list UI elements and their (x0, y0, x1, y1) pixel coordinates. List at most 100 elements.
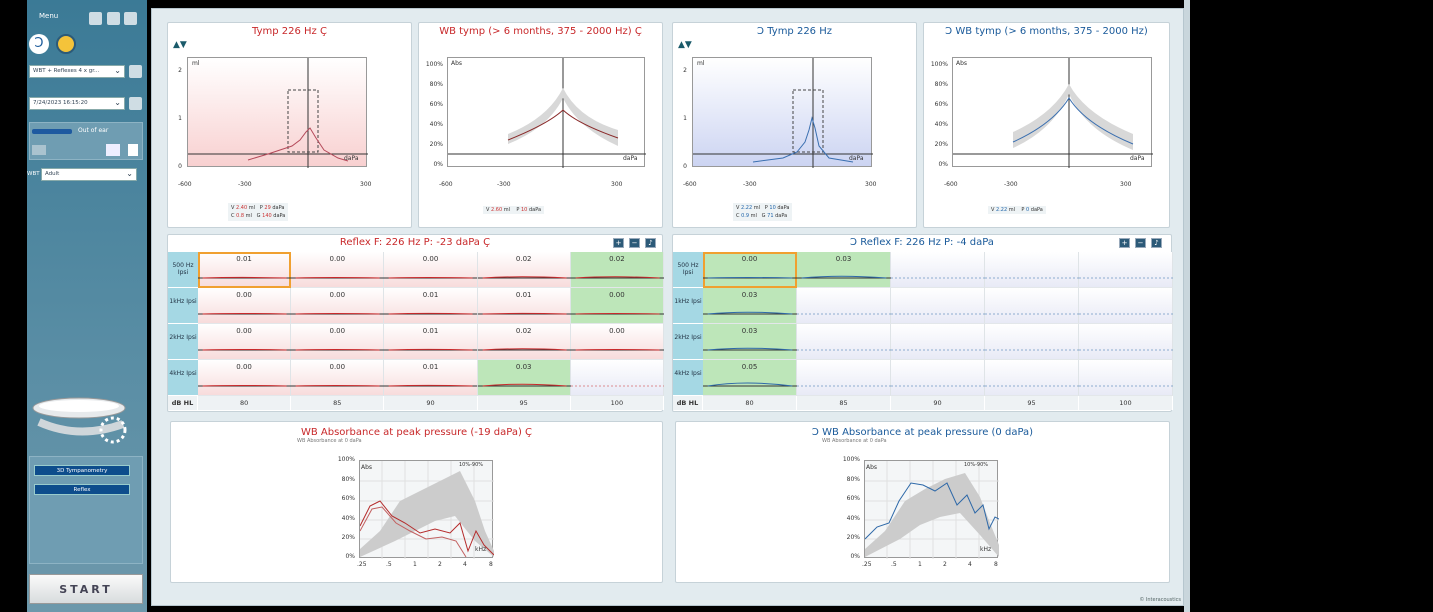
reflex-trace (891, 349, 985, 351)
reflex-trace (198, 276, 292, 279)
calendar-icon[interactable] (106, 144, 120, 156)
sound-icon[interactable]: ♪ (1151, 238, 1162, 248)
reflex-cell[interactable]: 0.02 (570, 252, 664, 288)
reflex-cell[interactable]: 0.03 (477, 360, 571, 396)
reflex-cell[interactable]: 0.01 (477, 288, 571, 324)
wb-right-title: Ɔ WB tymp (> 6 months, 375 - 2000 Hz) (945, 26, 1148, 37)
reflex-cell[interactable]: 0.01 (384, 360, 478, 396)
scroll-up-icon[interactable]: ▲▼ (678, 40, 692, 50)
y-tick: 20% (429, 141, 443, 148)
reflex-cell[interactable]: 0.00 (291, 324, 385, 360)
zoom-in-icon[interactable]: + (613, 238, 624, 248)
reflex-cell[interactable] (797, 324, 891, 360)
y-tick: 0% (850, 553, 860, 560)
y-unit: Abs (361, 464, 373, 471)
reflex-row-label: 2kHz Ipsi (168, 324, 198, 360)
reflex-cell[interactable]: 0.01 (384, 288, 478, 324)
save-icon[interactable] (107, 12, 120, 25)
reflex-cell[interactable]: 0.01 (198, 252, 292, 288)
reflex-cell[interactable] (1079, 288, 1173, 324)
reflex-cell[interactable]: 0.05 (703, 360, 797, 396)
reflex-cell[interactable] (1079, 324, 1173, 360)
reflex-cell[interactable]: 0.00 (570, 288, 664, 324)
tymp-left-plot (187, 57, 368, 168)
reflex-cell[interactable]: 0.00 (570, 324, 664, 360)
reflex-value: 0.05 (741, 363, 758, 371)
test-3d-tympanometry[interactable]: 3D Tympanometry (34, 465, 130, 476)
reflex-cell[interactable]: 0.00 (198, 324, 292, 360)
reflex-cell[interactable]: 0.00 (291, 360, 385, 396)
reflex-cell[interactable]: 0.00 (198, 360, 292, 396)
y-unit: Abs (451, 60, 463, 67)
reflex-cell[interactable]: 0.02 (477, 324, 571, 360)
reflex-trace (1079, 277, 1173, 279)
abs-left-plot (359, 460, 495, 559)
reflex-cell[interactable]: 0.02 (477, 252, 571, 288)
reflex-trace (797, 313, 891, 315)
reflex-cell[interactable] (570, 360, 664, 396)
test-reflex[interactable]: Reflex (34, 484, 130, 495)
reflex-cell[interactable]: 0.01 (384, 324, 478, 360)
protocol-select[interactable]: WBT + Reflexes 4 x gr... (29, 65, 125, 78)
x-unit: daPa (849, 155, 864, 162)
wbt-mode-select[interactable]: Adult (41, 168, 137, 181)
reflex-cell[interactable]: 0.03 (797, 252, 891, 288)
reflex-cell[interactable] (891, 324, 985, 360)
reflex-cell[interactable] (1079, 252, 1173, 288)
reflex-cell[interactable]: 0.00 (291, 288, 385, 324)
tymp-right-panel: Ɔ Tymp 226 Hz ▲▼ ml 2 1 0 daPa -600 -300… (672, 22, 917, 228)
reflex-cell[interactable]: 0.00 (291, 252, 385, 288)
x-tick: .25 (357, 561, 367, 568)
reflex-trace (703, 311, 797, 315)
zoom-out-icon[interactable]: − (1135, 238, 1146, 248)
reflex-trace (891, 277, 985, 279)
reflex-cell[interactable]: 0.03 (703, 324, 797, 360)
wb-right-panel: Ɔ WB tymp (> 6 months, 375 - 2000 Hz) Ab… (923, 22, 1170, 228)
reflex-trace (198, 385, 292, 387)
reflex-cell[interactable]: 0.00 (703, 252, 797, 288)
zoom-out-icon[interactable]: − (629, 238, 640, 248)
zoom-in-icon[interactable]: + (1119, 238, 1130, 248)
y-tick: 40% (934, 121, 948, 128)
reflex-cell[interactable] (797, 288, 891, 324)
user-icon[interactable] (129, 97, 142, 110)
settings-icon[interactable] (129, 65, 142, 78)
x-tick: 8 (489, 561, 493, 568)
reflex-cell[interactable] (985, 324, 1079, 360)
reflex-left-title: Reflex F: 226 Hz P: -23 daPa Ç (339, 237, 491, 248)
ear-icon[interactable]: Ɔ (29, 34, 49, 54)
reflex-cell[interactable]: 0.03 (703, 288, 797, 324)
clipboard-icon[interactable] (128, 144, 138, 156)
sound-icon[interactable]: ♪ (645, 238, 656, 248)
reflex-trace (291, 277, 385, 279)
start-button[interactable]: START (29, 574, 143, 604)
abs-left-subtitle: WB Absorbance at 0 daPa (297, 438, 362, 444)
reflex-cell[interactable] (985, 252, 1079, 288)
x-tick: -600 (178, 181, 192, 188)
reflex-cell[interactable] (985, 288, 1079, 324)
exit-icon[interactable] (124, 12, 137, 25)
print-icon[interactable] (89, 12, 102, 25)
reflex-cell[interactable] (891, 288, 985, 324)
reflex-cell[interactable] (797, 360, 891, 396)
probe-panel: Out of ear (29, 122, 143, 160)
monitor-icon[interactable] (56, 34, 76, 54)
probe-status: Out of ear (78, 127, 109, 134)
reflex-trace (384, 277, 478, 279)
reflex-unit: dB HL (673, 396, 703, 410)
reflex-level: 95 (477, 396, 571, 410)
reflex-cell[interactable] (985, 360, 1079, 396)
session-select[interactable]: 7/24/2023 16:15:20 (29, 97, 125, 110)
reflex-cell[interactable] (1079, 360, 1173, 396)
y-tick: 80% (429, 81, 443, 88)
reflex-cell[interactable] (891, 360, 985, 396)
scrollbar[interactable] (1184, 0, 1190, 612)
reflex-level: 100 (1079, 396, 1173, 410)
wb-left-panel: WB tymp (> 6 months, 375 - 2000 Hz) Ç Ab… (418, 22, 663, 228)
reflex-cell[interactable]: 0.00 (198, 288, 292, 324)
reflex-cell[interactable] (891, 252, 985, 288)
reflex-cell[interactable]: 0.00 (384, 252, 478, 288)
scroll-up-icon[interactable]: ▲▼ (173, 40, 187, 50)
menu-button[interactable]: Menu (39, 12, 58, 20)
y-tick: 100% (930, 61, 948, 68)
